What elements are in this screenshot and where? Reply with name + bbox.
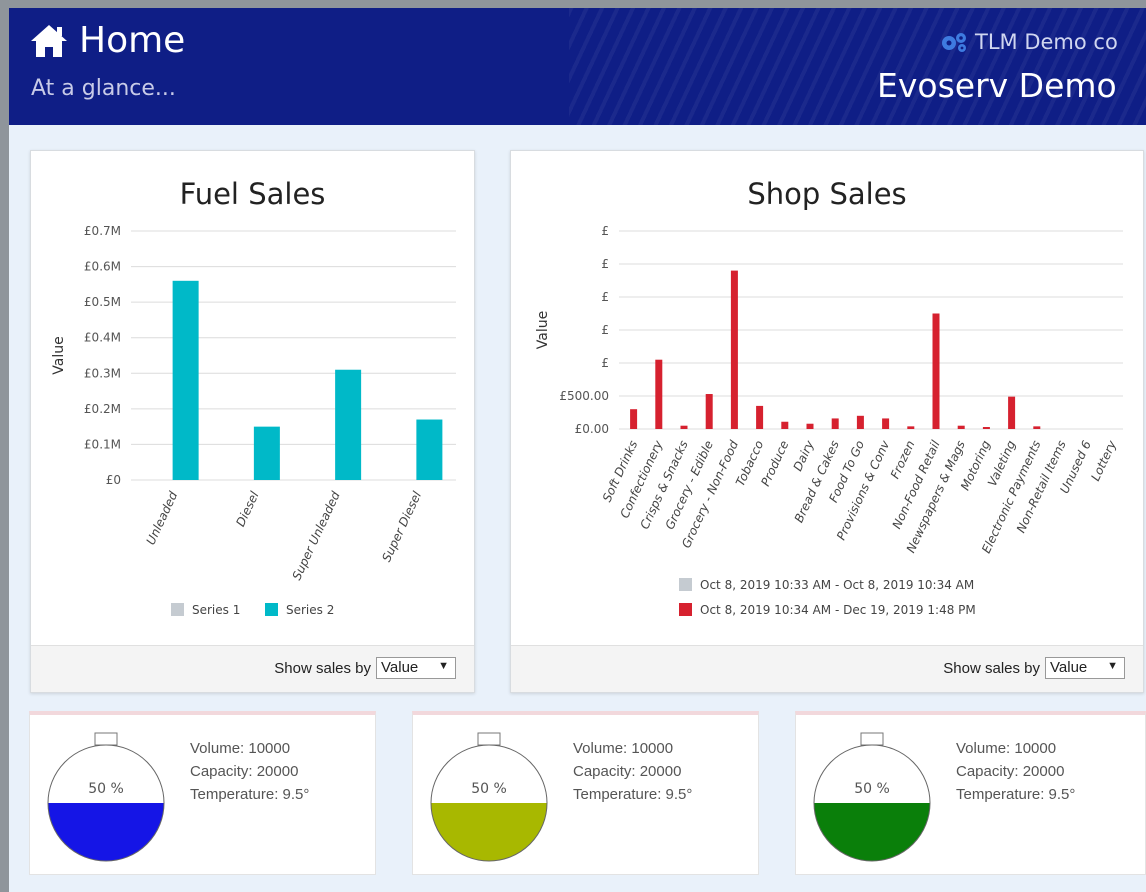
legend-swatch (679, 578, 692, 591)
tank-temperature: Temperature: 9.5° (956, 786, 1076, 803)
tank-level-label: 50 % (88, 781, 124, 797)
show-sales-by-label: Show sales by (274, 659, 371, 677)
tank-volume: Volume: 10000 (956, 740, 1057, 757)
bar (982, 427, 990, 429)
x-tick-label: Unleaded (144, 489, 181, 547)
home-icon (31, 24, 67, 57)
tank-volume: Volume: 10000 (573, 740, 674, 757)
page-title-text: Home (79, 20, 186, 61)
legend-swatch (171, 603, 184, 616)
bar (680, 425, 688, 429)
page-title: Home (29, 20, 185, 61)
fuel-sales-by-select[interactable]: Value ▼ (376, 657, 456, 679)
x-tick-label: Super Unleaded (290, 489, 343, 582)
tank-capacity: Capacity: 20000 (573, 763, 682, 780)
tank-cap (860, 732, 884, 746)
fuel-sales-footer: Show sales by Value ▼ (31, 645, 474, 692)
tank-gauge: 50 % (47, 732, 165, 862)
tank-capacity: Capacity: 20000 (956, 763, 1065, 780)
y-tick-label: £ (601, 290, 609, 304)
y-tick-label: £0.4M (84, 331, 121, 345)
bar (253, 426, 280, 480)
legend-swatch (265, 603, 278, 616)
shop-sales-by-value: Value (1050, 659, 1088, 676)
x-tick-label: Super Diesel (379, 489, 424, 564)
bar (1008, 396, 1016, 429)
bar (831, 418, 839, 429)
tank-cap (94, 732, 118, 746)
tank-temperature: Temperature: 9.5° (573, 786, 693, 803)
shop-sales-card: Shop Sales £0.00 £500.00 £ £ £ £ £ Value Soft Dr… (510, 150, 1144, 693)
y-tick-label: £0.00 (575, 422, 609, 436)
y-tick-label: £0.7M (84, 224, 121, 238)
bar (730, 270, 738, 429)
fuel-sales-card: Fuel Sales £0 £0.1M £0.2M £0.3M £0.4M £0.5M £0… (30, 150, 475, 693)
bar (630, 409, 638, 429)
tank-level-label: 50 % (854, 781, 890, 797)
tank-card[interactable]: 50 % Volume: 10000 Capacity: 20000 Tempe… (29, 711, 376, 875)
x-tick-label: Diesel (233, 489, 262, 529)
y-tick-label: £0 (106, 473, 121, 487)
y-tick-label: £500.00 (559, 389, 609, 403)
tank-capacity: Capacity: 20000 (190, 763, 299, 780)
bar (705, 394, 713, 429)
shop-sales-chart: £0.00£500.00£££££ValueSoft DrinksConfect… (535, 224, 1123, 617)
y-tick-label: £ (601, 323, 609, 337)
bar (756, 405, 764, 429)
company-selector[interactable]: TLM Demo co (939, 30, 1118, 54)
bar (416, 419, 443, 480)
bar (655, 359, 663, 429)
y-axis-label: Value (51, 336, 67, 374)
bar (907, 426, 915, 429)
show-sales-by-label: Show sales by (943, 659, 1040, 677)
y-tick-label: £ (601, 224, 609, 238)
tank-temperature: Temperature: 9.5° (190, 786, 310, 803)
fuel-sales-chart: £0 £0.1M £0.2M £0.3M £0.4M £0.5M £0.6M £0.7M Val… (51, 224, 456, 617)
y-tick-label: £0.3M (84, 366, 121, 380)
tank-level-label: 50 % (471, 781, 507, 797)
legend-label: Oct 8, 2019 10:33 AM - Oct 8, 2019 10:34… (700, 578, 974, 592)
y-tick-label: £0.5M (84, 295, 121, 309)
shop-sales-by-select[interactable]: Value ▼ (1045, 657, 1125, 679)
tank-fill (48, 803, 164, 861)
y-tick-label: £0.1M (84, 437, 121, 451)
gears-icon (942, 33, 966, 52)
shop-sales-footer: Show sales by Value ▼ (511, 645, 1143, 692)
bar (172, 280, 199, 480)
legend-label: Oct 8, 2019 10:34 AM - Dec 19, 2019 1:48… (700, 603, 976, 617)
site-name[interactable]: Evoserv Demo (877, 66, 1117, 105)
tank-gauge: 50 % (430, 732, 548, 862)
dropdown-arrow-icon: ▼ (1107, 660, 1118, 672)
tank-card[interactable]: 50 % Volume: 10000 Capacity: 20000 Tempe… (795, 711, 1146, 875)
y-tick-label: £ (601, 257, 609, 271)
bar (1033, 426, 1041, 429)
legend-label: Series 2 (286, 603, 334, 617)
y-tick-label: £0.2M (84, 402, 121, 416)
page-header: Home At a glance... TLM Demo co Evoserv … (9, 8, 1146, 125)
x-tick-label: Dairy (791, 438, 818, 474)
bar (806, 423, 814, 429)
page-subtitle: At a glance... (31, 76, 176, 101)
company-name: TLM Demo co (975, 30, 1118, 54)
tank-gauge: 50 % (813, 732, 931, 862)
legend-swatch (679, 603, 692, 616)
bar (781, 421, 789, 429)
tank-cap (477, 732, 501, 746)
y-tick-label: £ (601, 356, 609, 370)
legend-label: Series 1 (192, 603, 240, 617)
tank-volume: Volume: 10000 (190, 740, 291, 757)
tank-fill (814, 803, 930, 861)
bar (932, 313, 940, 429)
y-tick-label: £0.6M (84, 260, 121, 274)
bar (335, 369, 362, 480)
bar (957, 425, 965, 429)
fuel-sales-by-value: Value (381, 659, 419, 676)
tank-card[interactable]: 50 % Volume: 10000 Capacity: 20000 Tempe… (412, 711, 759, 875)
dropdown-arrow-icon: ▼ (438, 660, 449, 672)
tank-fill (431, 803, 547, 861)
y-axis-label: Value (535, 311, 551, 349)
bar (882, 418, 890, 429)
bar (856, 415, 864, 429)
